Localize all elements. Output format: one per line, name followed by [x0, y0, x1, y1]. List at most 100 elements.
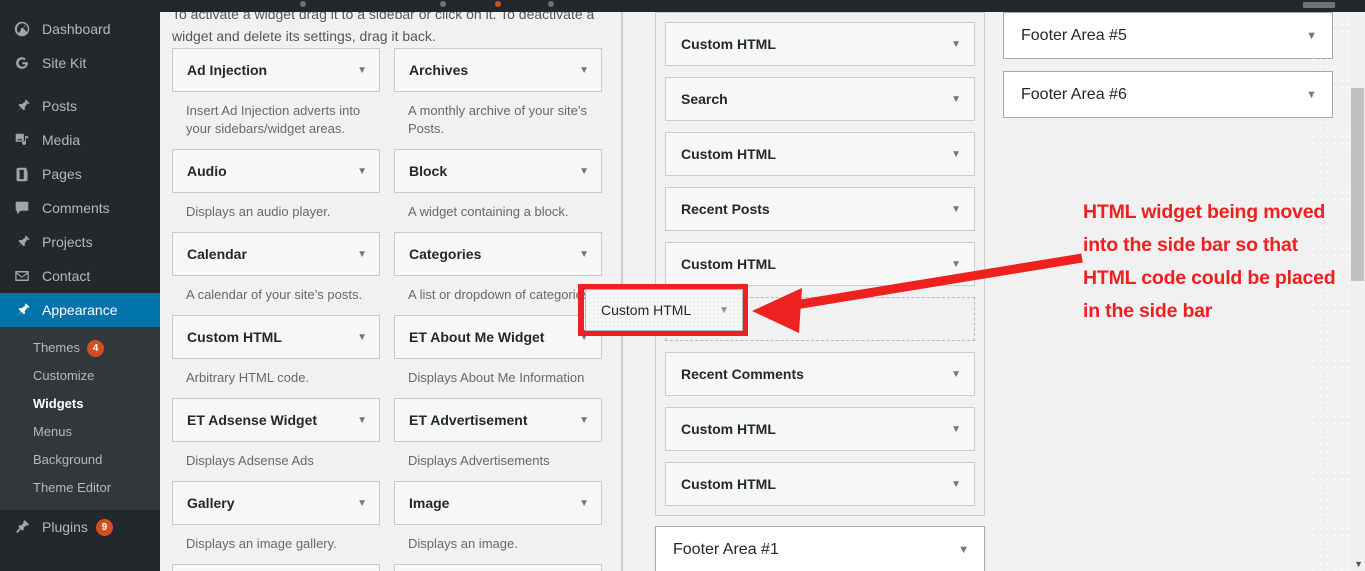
available-widget-title: Audio [187, 163, 227, 179]
chevron-down-icon[interactable]: ▼ [579, 166, 589, 177]
widget-area-footer-6[interactable]: Footer Area #6 ▼ [1003, 71, 1333, 118]
chevron-down-icon[interactable]: ▼ [1306, 89, 1317, 101]
sidebar-item-menus[interactable]: Menus [0, 418, 160, 446]
available-widget-description: Displays an image. [408, 536, 518, 551]
available-widget[interactable]: ET Adsense Widget ▼ Displays Adsense Ads [172, 398, 380, 481]
plug-icon [11, 517, 33, 537]
available-widget[interactable]: Image ▼ Displays an image. [394, 481, 602, 564]
available-widget[interactable]: Block ▼ A widget containing a block. [394, 149, 602, 232]
admin-bar-account[interactable] [1303, 2, 1335, 8]
chevron-down-icon[interactable]: ▼ [951, 424, 961, 435]
active-widget-title: Custom HTML [681, 421, 776, 437]
chevron-down-icon[interactable]: ▼ [951, 204, 961, 215]
available-widget[interactable]: ET About Me Widget ▼ Displays About Me I… [394, 315, 602, 398]
pages-icon [11, 164, 33, 184]
available-widget-header[interactable]: ET Adsense Widget ▼ [172, 398, 380, 442]
chevron-down-icon[interactable]: ▼ [958, 544, 969, 556]
available-widget-header[interactable]: Calendar ▼ [172, 232, 380, 276]
sidebar-item-plugins[interactable]: Plugins 9 [0, 510, 160, 544]
chevron-down-icon[interactable]: ▼ [951, 149, 961, 160]
sidebar-item-posts[interactable]: Posts [0, 89, 160, 123]
available-widget[interactable]: Audio ▼ Displays an audio player. [172, 149, 380, 232]
vertical-scrollbar-track[interactable]: ▼ [1350, 0, 1365, 571]
sidebar-item-appearance[interactable]: Appearance [0, 293, 168, 327]
available-widget[interactable]: Categories ▼ A list or dropdown of categ… [394, 232, 602, 315]
available-widgets-panel: To activate a widget drag it to a sideba… [160, 6, 622, 571]
widget-drop-placeholder[interactable] [665, 297, 975, 341]
panel-divider [621, 12, 623, 571]
chevron-down-icon[interactable]: ▼ [579, 415, 589, 426]
chevron-down-icon[interactable]: ▼ [357, 249, 367, 260]
available-widget[interactable]: Ad Injection ▼ Insert Ad Injection adver… [172, 48, 380, 149]
chevron-down-icon[interactable]: ▼ [951, 369, 961, 380]
chevron-down-icon[interactable]: ▼ [1306, 30, 1317, 42]
chevron-down-icon[interactable]: ▼ [357, 498, 367, 509]
chevron-down-icon[interactable]: ▼ [951, 94, 961, 105]
chevron-down-icon[interactable]: ▼ [579, 249, 589, 260]
widget-area-title: Footer Area #5 [1021, 26, 1127, 44]
sidebar-item-widgets[interactable]: Widgets [0, 390, 160, 418]
available-widget-header[interactable]: Ad Injection ▼ [172, 48, 380, 92]
admin-bar-icon-2 [440, 1, 446, 7]
sidebar-item-pages[interactable]: Pages [0, 157, 160, 191]
available-widget-header[interactable]: Custom HTML ▼ [172, 315, 380, 359]
available-widget-header[interactable]: Block ▼ [394, 149, 602, 193]
available-widget-title: Block [409, 163, 448, 179]
available-widget[interactable]: Archives ▼ A monthly archive of your sit… [394, 48, 602, 149]
chevron-down-icon[interactable]: ▼ [357, 166, 367, 177]
available-widget[interactable]: Calendar ▼ A calendar of your site’s pos… [172, 232, 380, 315]
available-widget-header-partial[interactable] [172, 564, 380, 571]
chevron-down-icon[interactable]: ▼ [951, 259, 961, 270]
active-widget[interactable]: Custom HTML ▼ [665, 132, 975, 176]
active-widget[interactable]: Search ▼ [665, 77, 975, 121]
available-widget-custom-html[interactable]: Custom HTML ▼ Arbitrary HTML code. [172, 315, 380, 398]
available-widget-header[interactable]: ET Advertisement ▼ [394, 398, 602, 442]
active-widget[interactable]: Recent Comments ▼ [665, 352, 975, 396]
comments-icon [11, 198, 33, 218]
chevron-down-icon[interactable]: ▼ [951, 479, 961, 490]
chevron-down-icon[interactable]: ▼ [951, 39, 961, 50]
widget-area-footer-1[interactable]: Footer Area #1 ▼ [655, 526, 985, 571]
sidebar-item-media[interactable]: Media [0, 123, 160, 157]
admin-bar[interactable] [0, 0, 1365, 12]
available-widget[interactable]: ET Advertisement ▼ Displays Advertisemen… [394, 398, 602, 481]
available-widget-title: ET Advertisement [409, 412, 528, 428]
chevron-down-icon[interactable]: ▼ [357, 332, 367, 343]
sidebar-item-projects[interactable]: Projects [0, 225, 160, 259]
active-widget[interactable]: Custom HTML ▼ [665, 242, 975, 286]
chevron-down-icon[interactable]: ▼ [579, 498, 589, 509]
available-widget-header[interactable]: Categories ▼ [394, 232, 602, 276]
available-widget-header[interactable]: Audio ▼ [172, 149, 380, 193]
vertical-scrollbar-thumb[interactable] [1351, 88, 1364, 281]
available-widget-header[interactable]: Gallery ▼ [172, 481, 380, 525]
active-widget[interactable]: Custom HTML ▼ [665, 22, 975, 66]
available-widget[interactable]: Gallery ▼ Displays an image gallery. [172, 481, 380, 564]
available-widget-header[interactable]: Image ▼ [394, 481, 602, 525]
sidebar-item-label: Contact [42, 268, 91, 284]
active-widget[interactable]: Custom HTML ▼ [665, 407, 975, 451]
available-widget-header[interactable]: Archives ▼ [394, 48, 602, 92]
sidebar-item-customize[interactable]: Customize [0, 362, 160, 390]
chevron-down-icon[interactable]: ▼ [357, 65, 367, 76]
sidebar-item-contact[interactable]: Contact [0, 259, 160, 293]
widget-area-footer-5[interactable]: Footer Area #5 ▼ [1003, 12, 1333, 59]
available-widget-header-partial[interactable] [394, 564, 602, 571]
available-widget-header[interactable]: ET About Me Widget ▼ [394, 315, 602, 359]
active-widget[interactable]: Recent Posts ▼ [665, 187, 975, 231]
plugins-update-badge: 9 [95, 518, 113, 536]
sidebar-item-label: Media [42, 132, 81, 148]
chevron-down-icon[interactable]: ▼ [357, 415, 367, 426]
sidebar-item-theme-editor[interactable]: Theme Editor [0, 474, 160, 502]
sidebar-item-comments[interactable]: Comments [0, 191, 160, 225]
sidebar-item-label: Dashboard [42, 21, 111, 37]
chevron-down-icon[interactable]: ▼ [579, 332, 589, 343]
sidebar-widget-box: Custom HTML ▼ Search ▼ Custom HTML ▼ Rec… [655, 12, 985, 516]
chevron-down-icon[interactable]: ▼ [579, 65, 589, 76]
sidebar-item-background[interactable]: Background [0, 446, 160, 474]
sidebar-item-themes[interactable]: Themes 4 [0, 334, 160, 362]
scroll-down-arrow-icon[interactable]: ▼ [1354, 560, 1363, 569]
admin-bar-updates-icon [495, 1, 501, 7]
active-widget[interactable]: Custom HTML ▼ [665, 462, 975, 506]
sidebar-item-dashboard[interactable]: Dashboard [0, 12, 160, 46]
sidebar-item-site-kit[interactable]: Site Kit [0, 46, 160, 80]
